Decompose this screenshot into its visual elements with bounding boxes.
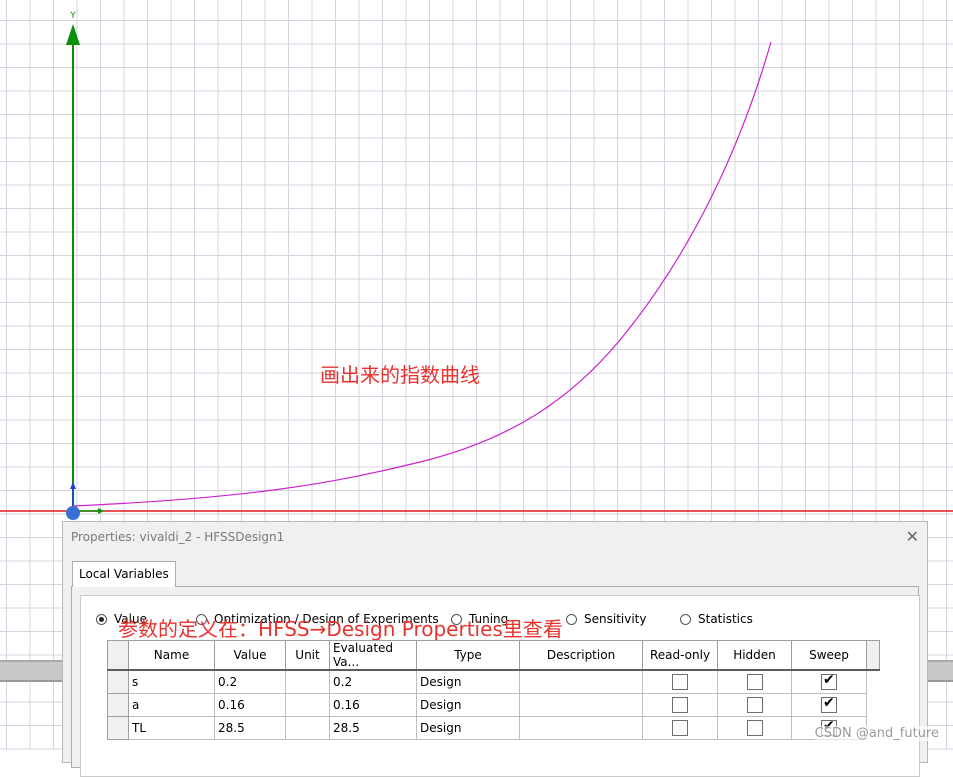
close-icon[interactable]: ✕ [906, 527, 919, 546]
cell-unit[interactable] [285, 716, 330, 740]
radio-label: Sensitivity [584, 612, 647, 626]
read-only-checkbox[interactable] [672, 720, 688, 736]
cell-name[interactable]: a [128, 693, 215, 717]
cell-hidden[interactable] [717, 669, 792, 694]
cell-read-only[interactable] [642, 693, 718, 717]
cell-description[interactable] [519, 669, 643, 694]
cell-evaluated: 28.5 [329, 716, 417, 740]
cell-evaluated: 0.16 [329, 693, 417, 717]
left-scroll-strip [0, 660, 62, 682]
cell-evaluated: 0.2 [329, 669, 417, 694]
table-header-row: Name Value Unit Evaluated Va... Type Des… [107, 640, 880, 671]
cell-hidden[interactable] [717, 716, 792, 740]
header-hidden[interactable]: Hidden [717, 640, 792, 671]
cell-value[interactable]: 28.5 [214, 716, 286, 740]
cell-read-only[interactable] [642, 716, 718, 740]
cell-description[interactable] [519, 693, 643, 717]
read-only-checkbox[interactable] [672, 674, 688, 690]
cell-name[interactable]: s [128, 669, 215, 694]
small-x-arrow [98, 508, 104, 514]
row-header[interactable] [107, 716, 129, 740]
variables-table: Name Value Unit Evaluated Va... Type Des… [107, 640, 880, 740]
origin-marker [66, 506, 80, 520]
hidden-checkbox[interactable] [746, 720, 763, 736]
header-description[interactable]: Description [519, 640, 643, 671]
watermark: CSDN @and_future [814, 726, 939, 741]
read-only-checkbox[interactable] [672, 697, 688, 713]
header-value[interactable]: Value [214, 640, 286, 671]
cell-description[interactable] [519, 716, 643, 740]
cell-unit[interactable] [285, 669, 330, 694]
row-header[interactable] [107, 693, 129, 717]
right-scroll-strip [926, 660, 953, 682]
header-rowhead [107, 640, 129, 671]
radio-sensitivity[interactable]: Sensitivity [566, 612, 646, 626]
sweep-checkbox[interactable] [821, 672, 837, 690]
table-row[interactable]: a 0.16 0.16 Design [107, 693, 880, 717]
row-header[interactable] [107, 669, 129, 694]
cell-read-only[interactable] [642, 669, 718, 694]
cell-hidden[interactable] [717, 693, 792, 717]
cell-sweep[interactable] [791, 669, 867, 694]
header-evaluated[interactable]: Evaluated Va... [329, 640, 417, 671]
header-unit[interactable]: Unit [285, 640, 330, 671]
cell-type: Design [416, 669, 520, 694]
header-sweep[interactable]: Sweep [791, 640, 867, 671]
radio-dot-icon [96, 613, 107, 625]
hidden-checkbox[interactable] [746, 697, 763, 713]
properties-annotation: 参数的定义在：HFSS→Design Properties里查看 [118, 617, 563, 641]
small-z-arrow [70, 482, 76, 489]
cell-scroll [867, 670, 880, 694]
cell-sweep[interactable] [791, 693, 867, 717]
radio-label: Statistics [698, 612, 753, 626]
dialog-title: Properties: vivaldi_2 - HFSSDesign1 [71, 530, 285, 544]
y-axis-arrow [66, 24, 80, 45]
curve-annotation: 画出来的指数曲线 [320, 363, 480, 387]
radio-dot-icon [680, 613, 691, 625]
cell-unit[interactable] [285, 693, 330, 717]
radio-statistics[interactable]: Statistics [680, 612, 753, 626]
header-name[interactable]: Name [128, 640, 215, 671]
hidden-checkbox[interactable] [746, 674, 763, 690]
table-row[interactable]: TL 28.5 28.5 Design [107, 716, 880, 740]
table-row[interactable]: s 0.2 0.2 Design [107, 669, 880, 694]
cell-scroll [867, 694, 880, 717]
header-scroll [866, 640, 880, 671]
header-read-only[interactable]: Read-only [642, 640, 718, 671]
cell-value[interactable]: 0.16 [214, 693, 286, 717]
sweep-checkbox[interactable] [821, 695, 837, 713]
header-type[interactable]: Type [416, 640, 520, 671]
cell-type: Design [416, 693, 520, 717]
y-axis-label: Y [69, 11, 76, 21]
cell-name[interactable]: TL [128, 716, 215, 740]
cell-value[interactable]: 0.2 [214, 669, 286, 694]
cell-type: Design [416, 716, 520, 740]
exponential-curve [72, 41, 772, 507]
tab-local-variables[interactable]: Local Variables [72, 561, 176, 587]
radio-dot-icon [566, 613, 577, 625]
